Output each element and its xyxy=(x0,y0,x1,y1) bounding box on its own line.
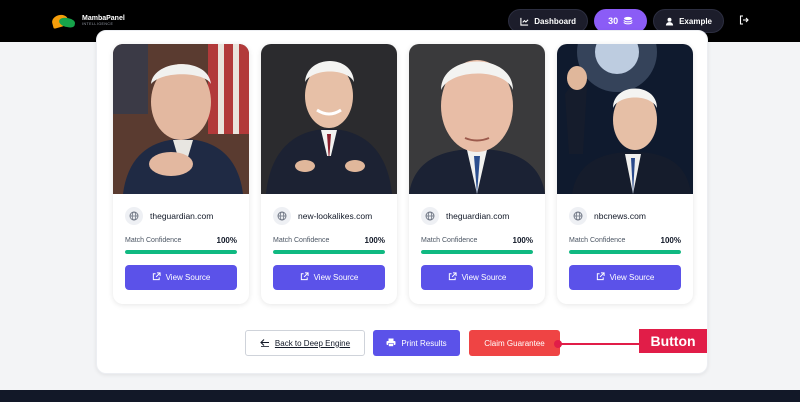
match-confidence-bar xyxy=(273,250,385,254)
globe-icon xyxy=(421,207,439,225)
print-label: Print Results xyxy=(401,338,447,348)
view-source-button[interactable]: View Source xyxy=(273,265,385,290)
globe-icon xyxy=(569,207,587,225)
logout-icon xyxy=(739,12,749,30)
back-to-deep-engine-button[interactable]: Back to Deep Engine xyxy=(245,330,365,356)
credits-count: 30 xyxy=(608,16,619,26)
annotation-label: Button xyxy=(639,329,707,353)
footer xyxy=(0,390,800,402)
match-confidence-label: Match Confidence xyxy=(273,237,330,244)
view-source-button[interactable]: View Source xyxy=(125,265,237,290)
match-confidence-bar xyxy=(569,250,681,254)
globe-icon xyxy=(273,207,291,225)
external-link-icon xyxy=(448,272,457,283)
match-confidence-label: Match Confidence xyxy=(569,237,626,244)
coins-icon xyxy=(623,16,633,26)
source-row: theguardian.com xyxy=(421,207,509,225)
match-confidence-label: Match Confidence xyxy=(421,237,478,244)
view-source-label: View Source xyxy=(461,273,507,282)
chart-icon xyxy=(520,17,529,26)
claim-guarantee-button[interactable]: Claim Guarantee xyxy=(469,330,560,356)
printer-icon xyxy=(386,338,396,349)
source-domain: theguardian.com xyxy=(150,211,214,221)
view-source-label: View Source xyxy=(313,273,359,282)
match-confidence-value: 100% xyxy=(216,236,237,245)
result-photo[interactable] xyxy=(113,44,249,194)
external-link-icon xyxy=(596,272,605,283)
source-domain: new-lookalikes.com xyxy=(298,211,373,221)
result-card: new-lookalikes.com Match Confidence 100%… xyxy=(261,44,397,304)
annotation-line xyxy=(558,343,640,345)
match-confidence-label: Match Confidence xyxy=(125,237,182,244)
print-results-button[interactable]: Print Results xyxy=(373,330,460,356)
result-card: theguardian.com Match Confidence 100% Vi… xyxy=(409,44,545,304)
source-row: nbcnews.com xyxy=(569,207,646,225)
match-confidence-bar xyxy=(421,250,533,254)
result-photo[interactable] xyxy=(261,44,397,194)
view-source-button[interactable]: View Source xyxy=(569,265,681,290)
view-source-label: View Source xyxy=(609,273,655,282)
result-photo[interactable] xyxy=(409,44,545,194)
result-card: theguardian.com Match Confidence 100% Vi… xyxy=(113,44,249,304)
external-link-icon xyxy=(300,272,309,283)
source-domain: theguardian.com xyxy=(446,211,510,221)
result-photo[interactable] xyxy=(557,44,693,194)
logout-button[interactable] xyxy=(732,9,756,33)
source-row: new-lookalikes.com xyxy=(273,207,372,225)
logo-mark xyxy=(50,13,78,29)
user-label: Example xyxy=(679,16,712,26)
user-icon xyxy=(665,17,674,26)
back-label: Back to Deep Engine xyxy=(274,338,351,348)
source-domain: nbcnews.com xyxy=(594,211,646,221)
source-row: theguardian.com xyxy=(125,207,213,225)
view-source-label: View Source xyxy=(165,273,211,282)
dashboard-label: Dashboard xyxy=(534,16,577,26)
external-link-icon xyxy=(152,272,161,283)
view-source-button[interactable]: View Source xyxy=(421,265,533,290)
globe-icon xyxy=(125,207,143,225)
logo-title: MambaPanel xyxy=(82,15,125,23)
annotation-dot xyxy=(554,340,562,348)
result-card: nbcnews.com Match Confidence 100% View S… xyxy=(557,44,693,304)
logo[interactable]: MambaPanel INTELLIGENCE xyxy=(50,13,125,29)
logo-subtitle: INTELLIGENCE xyxy=(82,22,114,27)
claim-label: Claim Guarantee xyxy=(484,338,545,348)
match-confidence-value: 100% xyxy=(512,236,533,245)
match-confidence-value: 100% xyxy=(660,236,681,245)
match-confidence-value: 100% xyxy=(364,236,385,245)
match-confidence-bar xyxy=(125,250,237,254)
arrow-left-icon xyxy=(260,338,270,349)
